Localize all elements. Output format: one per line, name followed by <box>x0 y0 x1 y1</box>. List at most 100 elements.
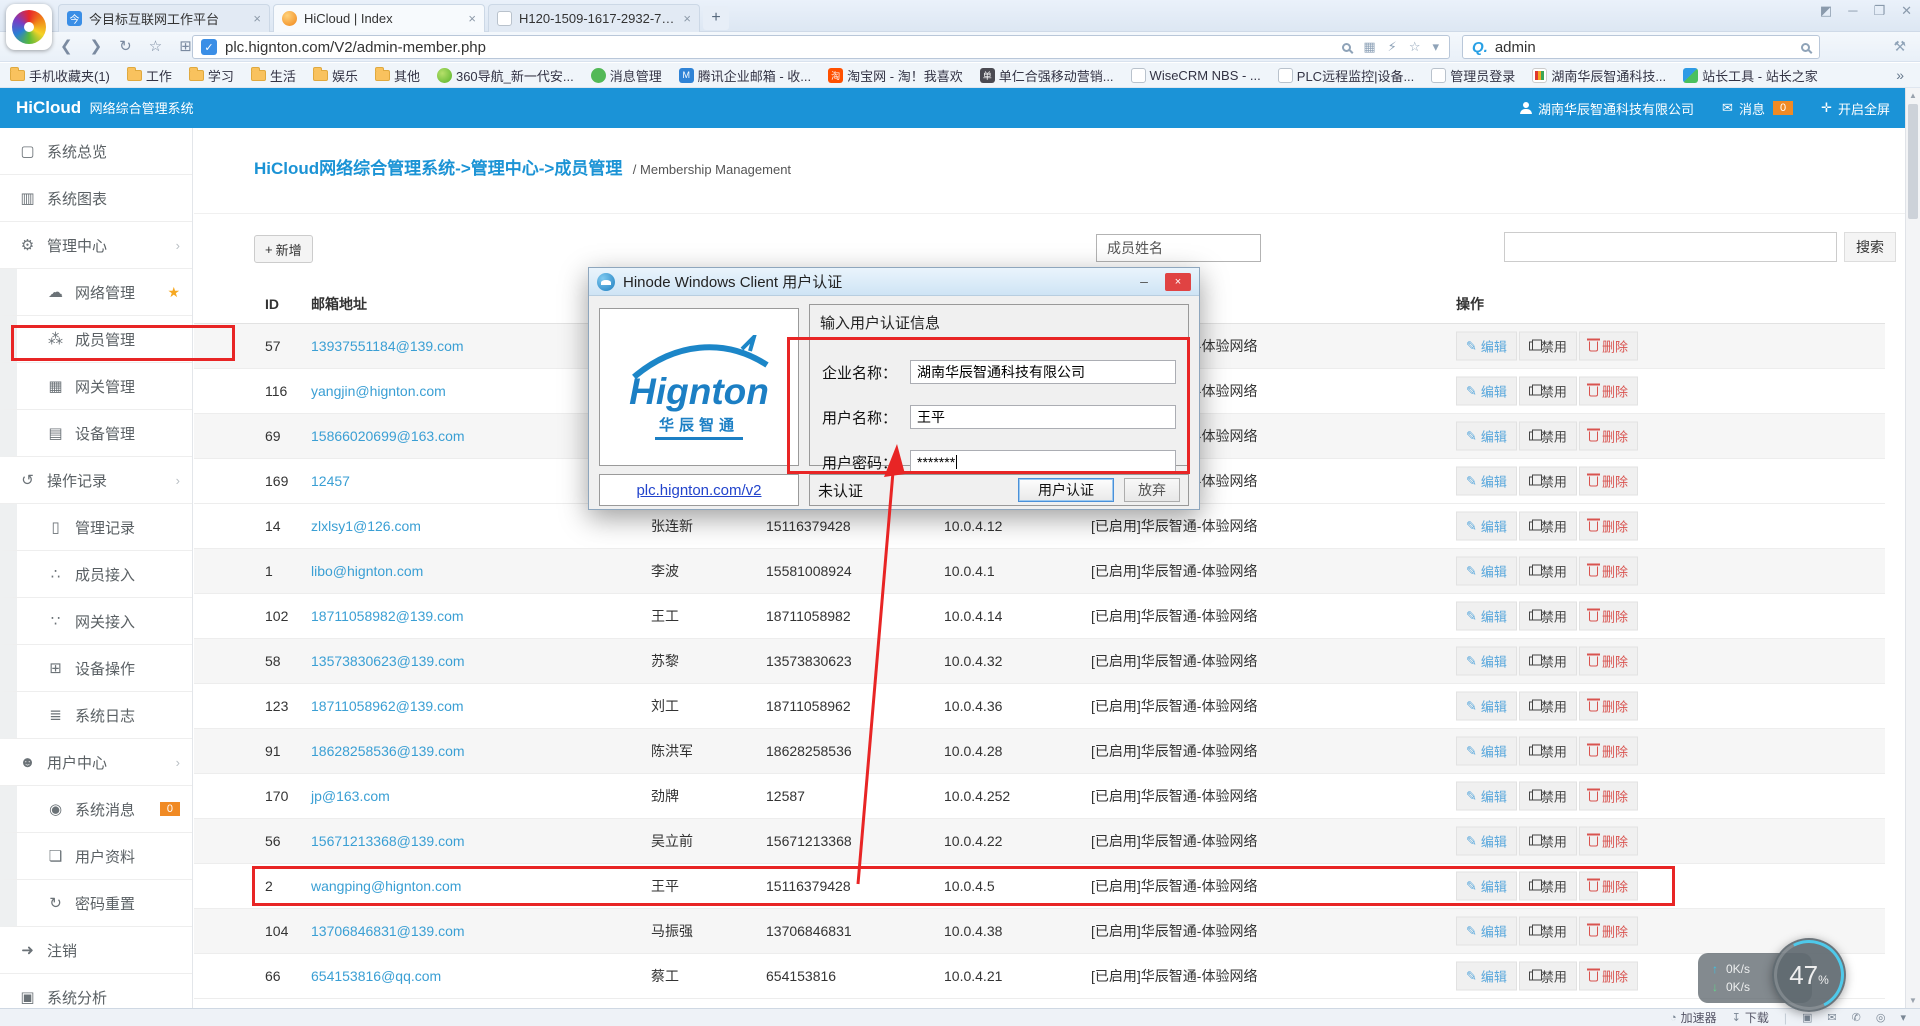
disable-button[interactable]: 禁用 <box>1519 827 1577 856</box>
cell-email-link[interactable]: 18711058982@139.com <box>311 608 464 624</box>
edit-button[interactable]: ✎ 编辑 <box>1456 512 1517 541</box>
sidebar-item[interactable]: ↻ 密码重置 › ★ <box>0 880 192 927</box>
cell-email-link[interactable]: 13706846831@139.com <box>311 923 465 939</box>
sidebar-item[interactable]: ↺ 操作记录 › ★ <box>0 457 192 504</box>
disable-button[interactable]: 禁用 <box>1519 467 1577 496</box>
sidebar-item[interactable]: ▤ 设备管理 › ★ <box>0 410 192 457</box>
disable-button[interactable]: 禁用 <box>1519 782 1577 811</box>
bookmark-item[interactable]: 生活 <box>251 66 296 85</box>
sidebar-item[interactable]: ☻ 用户中心 › ★ <box>0 739 192 786</box>
delete-button[interactable]: 删除 <box>1579 692 1638 721</box>
speed-mode-icon[interactable]: ⚡ <box>1388 39 1397 55</box>
sidebar-item[interactable]: ◉ 系统消息 › ★ 0 <box>0 786 192 833</box>
disable-button[interactable]: 禁用 <box>1519 422 1577 451</box>
tab-close-icon[interactable]: × <box>253 11 261 26</box>
bookmark-item[interactable]: M 腾讯企业邮箱 - 收... <box>679 66 811 85</box>
delete-button[interactable]: 删除 <box>1579 377 1638 406</box>
cell-email-link[interactable]: 12457 <box>311 473 350 489</box>
sidebar-item[interactable]: ▥ 系统图表 › ★ <box>0 175 192 222</box>
accelerator-button[interactable]: ◔ 加速器 <box>1670 1009 1717 1026</box>
sidebar-item[interactable]: ▯ 管理记录 › ★ <box>0 504 192 551</box>
edit-button[interactable]: ✎ 编辑 <box>1456 737 1517 766</box>
delete-button[interactable]: 删除 <box>1579 827 1638 856</box>
delete-button[interactable]: 删除 <box>1579 422 1638 451</box>
sidebar-item[interactable]: ∴ 成员接入 › ★ <box>0 551 192 598</box>
sidebar-item[interactable]: ▣ 系统分析 › ★ <box>0 974 192 1008</box>
delete-button[interactable]: 删除 <box>1579 962 1638 991</box>
disable-button[interactable]: 禁用 <box>1519 917 1577 946</box>
bookmark-item[interactable]: WiseCRM NBS - ... <box>1131 68 1261 83</box>
dropdown-caret-icon[interactable]: ▾ <box>1432 39 1439 55</box>
delete-button[interactable]: 删除 <box>1579 557 1638 586</box>
delete-button[interactable]: 删除 <box>1579 332 1638 361</box>
bookmark-item[interactable]: 湖南华辰智通科技... <box>1532 66 1666 85</box>
delete-button[interactable]: 删除 <box>1579 647 1638 676</box>
fullscreen-toggle[interactable]: ✛ 开启全屏 <box>1821 99 1890 118</box>
filter-field-select[interactable]: 成员姓名 ▼ <box>1096 234 1261 262</box>
browser-logo[interactable] <box>6 4 52 50</box>
bookmark-item[interactable]: 娱乐 <box>313 66 358 85</box>
bookmark-item[interactable]: 淘 淘宝网 - 淘！我喜欢 <box>828 66 963 85</box>
sidebar-item[interactable]: ▢ 系统总览 › ★ <box>0 128 192 175</box>
authenticate-button[interactable]: 用户认证 <box>1018 478 1114 502</box>
edit-button[interactable]: ✎ 编辑 <box>1456 332 1517 361</box>
bookmarks-overflow-button[interactable]: » <box>1896 67 1910 83</box>
edit-button[interactable]: ✎ 编辑 <box>1456 377 1517 406</box>
qr-code-icon[interactable]: ▦ <box>1363 39 1375 55</box>
delete-button[interactable]: 删除 <box>1579 602 1638 631</box>
zoom-search-icon[interactable] <box>1342 43 1351 52</box>
bookmark-item[interactable]: 单 单仁合强移动营销... <box>980 66 1114 85</box>
apps-grid-icon[interactable]: ⊞ <box>179 37 192 55</box>
cell-email-link[interactable]: 13573830623@139.com <box>311 653 465 669</box>
theme-icon[interactable]: ◩ <box>1820 3 1832 19</box>
sidebar-item[interactable]: ⚙ 管理中心 › ★ <box>0 222 192 269</box>
maximize-icon[interactable]: ❐ <box>1873 3 1885 19</box>
field-input[interactable]: 湖南华辰智通科技有限公司 <box>910 360 1176 384</box>
bookmark-item[interactable]: 其他 <box>375 66 420 85</box>
search-query-text[interactable]: admin <box>1495 39 1536 56</box>
url-text[interactable]: plc.hignton.com/V2/admin-member.php <box>225 39 486 56</box>
cell-email-link[interactable]: wangping@hignton.com <box>311 878 461 894</box>
cell-email-link[interactable]: jp@163.com <box>311 788 390 804</box>
disable-button[interactable]: 禁用 <box>1519 332 1577 361</box>
tab-close-icon[interactable]: × <box>683 11 691 26</box>
disable-button[interactable]: 禁用 <box>1519 512 1577 541</box>
field-input[interactable]: ******* <box>910 450 1176 474</box>
search-magnifier-icon[interactable] <box>1801 43 1810 52</box>
search-button[interactable]: 搜索 <box>1844 232 1896 262</box>
tab-close-icon[interactable]: × <box>468 11 476 26</box>
sidebar-item[interactable]: ❏ 用户资料 › ★ <box>0 833 192 880</box>
sidebar-item[interactable]: ➜ 注销 › ★ <box>0 927 192 974</box>
bookmark-item[interactable]: 站长工具 - 站长之家 <box>1683 66 1818 85</box>
edit-button[interactable]: ✎ 编辑 <box>1456 422 1517 451</box>
minimize-icon[interactable]: ─ <box>1848 3 1857 19</box>
cell-email-link[interactable]: yangjin@hignton.com <box>311 383 446 399</box>
abandon-button[interactable]: 放弃 <box>1124 478 1180 502</box>
edit-button[interactable]: ✎ 编辑 <box>1456 692 1517 721</box>
tray-icon[interactable]: ◎ <box>1876 1011 1886 1024</box>
delete-button[interactable]: 删除 <box>1579 512 1638 541</box>
tray-icon[interactable]: ✉ <box>1827 1011 1836 1024</box>
download-button[interactable]: ↧ 下载 <box>1732 1009 1769 1026</box>
back-icon[interactable]: ❮ <box>60 37 73 55</box>
member-search-input[interactable] <box>1504 232 1837 262</box>
scrollbar-down-icon[interactable]: ▼ <box>1906 996 1920 1005</box>
edit-button[interactable]: ✎ 编辑 <box>1456 467 1517 496</box>
add-member-button[interactable]: + 新增 <box>254 235 313 263</box>
collapse-caret-icon[interactable]: ▾ <box>1900 1011 1906 1024</box>
field-input[interactable]: 王平 <box>910 405 1176 429</box>
forward-icon[interactable]: ❯ <box>90 37 103 55</box>
dialog-minimize-icon[interactable]: – <box>1131 273 1157 291</box>
edit-button[interactable]: ✎ 编辑 <box>1456 962 1517 991</box>
bookmark-item[interactable]: 消息管理 <box>591 66 662 85</box>
edit-button[interactable]: ✎ 编辑 <box>1456 782 1517 811</box>
edit-button[interactable]: ✎ 编辑 <box>1456 917 1517 946</box>
sidebar-item[interactable]: ⁂ 成员管理 › ★ <box>0 316 192 363</box>
cell-email-link[interactable]: 13937551184@139.com <box>311 338 464 354</box>
new-tab-button[interactable]: + <box>703 6 729 30</box>
refresh-icon[interactable]: ↻ <box>119 37 132 55</box>
sidebar-item[interactable]: ☁ 网络管理 › ★ <box>0 269 192 316</box>
favorite-star-icon[interactable]: ☆ <box>149 37 162 55</box>
memory-percent-widget[interactable]: 47 % <box>1772 938 1846 1012</box>
wrench-tools-icon[interactable]: ⚒ <box>1893 38 1906 55</box>
